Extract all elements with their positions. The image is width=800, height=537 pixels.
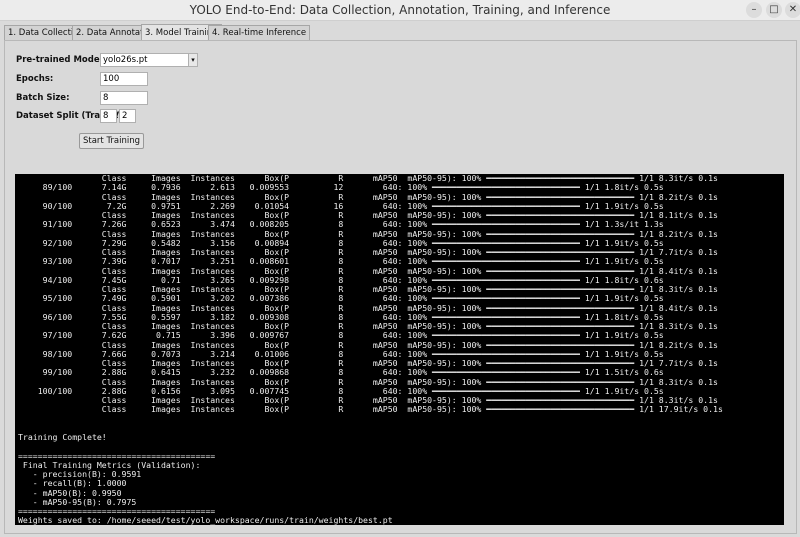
log-line: - recall(B): 1.0000	[18, 478, 127, 489]
window-title: YOLO End-to-End: Data Collection, Annota…	[189, 3, 611, 17]
batch-size-input[interactable]: 8	[100, 91, 148, 105]
tab-realtime-inference[interactable]: 4. Real-time Inference	[208, 25, 311, 40]
maximize-button[interactable]: □	[766, 2, 782, 18]
log-line: Class Images Instances Box(P R mAP50 mAP…	[18, 404, 723, 415]
training-log[interactable]: Class Images Instances Box(P R mAP50 mAP…	[15, 174, 784, 525]
title-bar: YOLO End-to-End: Data Collection, Annota…	[0, 0, 800, 21]
log-line: Weights saved to: /home/seeed/test/yolo_…	[18, 515, 393, 525]
minimize-button[interactable]: –	[746, 2, 762, 18]
log-line: - precision(B): 0.9591	[18, 469, 142, 479]
model-select[interactable]: yolo26s.pt	[100, 53, 190, 67]
split-train-input[interactable]: 8	[100, 109, 117, 123]
epochs-input[interactable]: 100	[100, 72, 148, 86]
model-label: Pre-trained Model:	[16, 55, 106, 65]
start-training-button[interactable]: Start Training	[79, 133, 145, 149]
epochs-label: Epochs:	[16, 74, 54, 84]
batch-size-label: Batch Size:	[16, 93, 70, 103]
close-button[interactable]: ✕	[785, 2, 800, 18]
log-line: Training Complete!	[18, 432, 107, 442]
chevron-down-icon[interactable]: ▾	[188, 53, 198, 67]
split-val-input[interactable]: 2	[119, 109, 136, 123]
